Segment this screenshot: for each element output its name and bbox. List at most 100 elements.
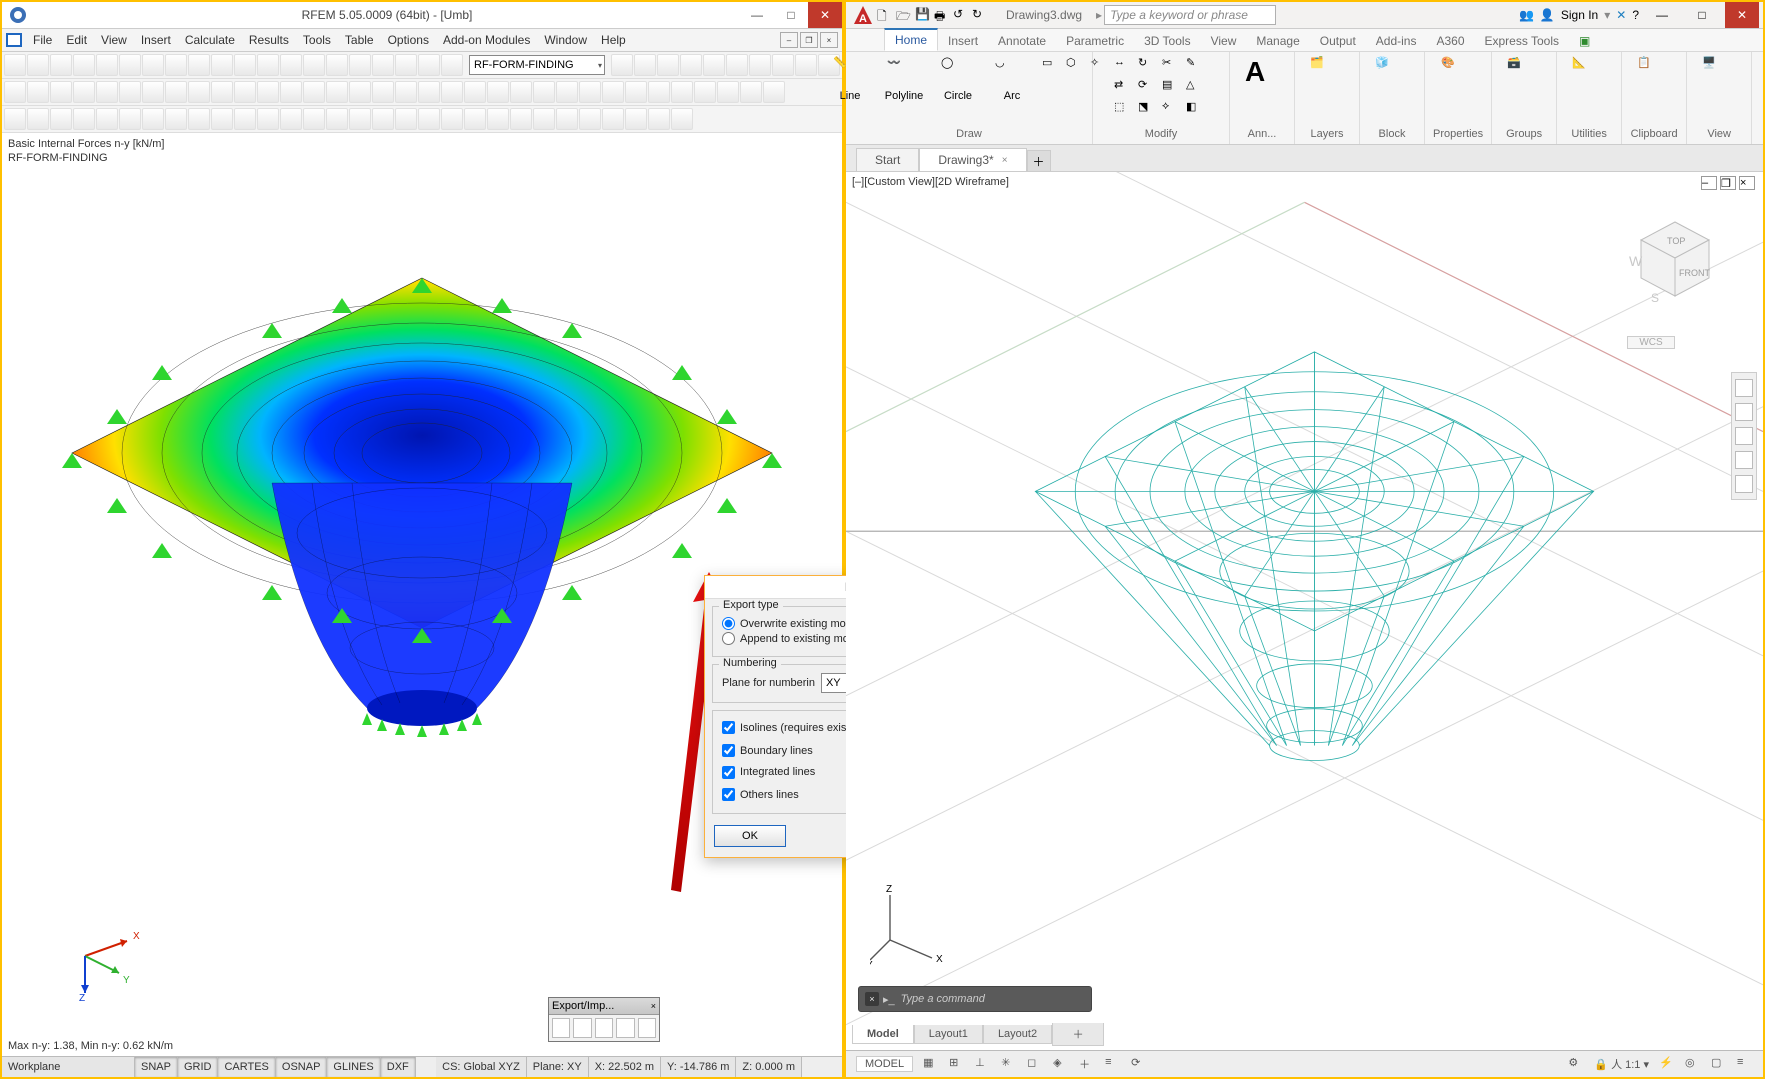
export-toolbox-btn[interactable] xyxy=(638,1018,656,1038)
toolbar-button[interactable] xyxy=(257,108,279,130)
toolbar-button[interactable] xyxy=(726,54,748,76)
qat-button[interactable]: 💾 xyxy=(915,7,931,23)
toolbar-button[interactable] xyxy=(257,54,279,76)
toolbar-button[interactable] xyxy=(303,108,325,130)
status-customize-icon[interactable]: ≡ xyxy=(1737,1056,1753,1072)
toolbar-button[interactable] xyxy=(234,54,256,76)
toolbar-button[interactable] xyxy=(464,81,486,103)
menu-options[interactable]: Options xyxy=(381,33,436,47)
status-cleanscreen-icon[interactable]: ▢ xyxy=(1711,1056,1727,1072)
toolbar-button[interactable] xyxy=(556,108,578,130)
nav-showmotion-icon[interactable] xyxy=(1735,475,1753,493)
toolbar-button[interactable] xyxy=(579,81,601,103)
toolbar-button[interactable] xyxy=(579,108,601,130)
panel-modify-label[interactable]: Modify xyxy=(1145,126,1177,140)
status-cartes[interactable]: CARTES xyxy=(218,1057,275,1077)
status-lineweight-icon[interactable]: ≡ xyxy=(1105,1056,1121,1072)
toolbar-button[interactable] xyxy=(326,54,348,76)
file-tab-close-icon[interactable]: × xyxy=(1002,155,1008,166)
tab-focus-icon[interactable]: ▣ xyxy=(1569,31,1600,51)
toolbar-button[interactable] xyxy=(703,54,725,76)
status-workspaces-icon[interactable]: ⚙ xyxy=(1568,1056,1584,1072)
status-snap-icon[interactable]: ⊞ xyxy=(949,1056,965,1072)
menu-addons[interactable]: Add-on Modules xyxy=(436,33,537,47)
toolbar-button[interactable] xyxy=(142,81,164,103)
nav-pan-icon[interactable] xyxy=(1735,403,1753,421)
toolbar-button[interactable] xyxy=(73,108,95,130)
toolbar-button[interactable] xyxy=(211,54,233,76)
toolbar-button[interactable] xyxy=(372,81,394,103)
toolbar-button[interactable] xyxy=(634,54,656,76)
rfem-minimize-button[interactable]: — xyxy=(740,2,774,28)
tab-insert[interactable]: Insert xyxy=(938,31,988,51)
toolbar-button[interactable] xyxy=(165,81,187,103)
toolbar-button[interactable] xyxy=(648,108,670,130)
tab-express[interactable]: Express Tools xyxy=(1475,31,1569,51)
toolbar-button[interactable] xyxy=(533,81,555,103)
toolbar-button[interactable] xyxy=(96,81,118,103)
status-cycling-icon[interactable]: ⟳ xyxy=(1131,1056,1147,1072)
ribbon-circle[interactable]: ◯Circle xyxy=(934,56,982,102)
rfem-close-button[interactable]: ✕ xyxy=(808,2,842,28)
toolbar-button[interactable] xyxy=(73,54,95,76)
toolbar-button[interactable] xyxy=(326,81,348,103)
menu-help[interactable]: Help xyxy=(594,33,633,47)
toolbar-button[interactable] xyxy=(441,108,463,130)
toolbar-button[interactable] xyxy=(395,81,417,103)
status-polar-icon[interactable]: ✳ xyxy=(1001,1056,1017,1072)
toolbar-button[interactable] xyxy=(418,108,440,130)
toolbar-button[interactable] xyxy=(441,54,463,76)
toolbar-button[interactable] xyxy=(510,108,532,130)
export-toolbox-btn[interactable] xyxy=(573,1018,591,1038)
toolbar-button[interactable] xyxy=(487,108,509,130)
viewcube[interactable]: TOP FRONT W S WCS xyxy=(1627,212,1723,332)
ok-button[interactable]: OK xyxy=(714,825,786,847)
tab-manage[interactable]: Manage xyxy=(1246,31,1309,51)
toolbar-button[interactable] xyxy=(326,108,348,130)
status-workplane[interactable]: Workplane xyxy=(2,1057,135,1077)
acad-app-icon[interactable]: A xyxy=(852,4,874,26)
status-glines[interactable]: GLINES xyxy=(327,1057,380,1077)
mdi-restore-button[interactable]: ❐ xyxy=(800,32,818,48)
toolbar-button[interactable] xyxy=(280,54,302,76)
mdi-control-icon[interactable] xyxy=(6,33,22,47)
toolbar-button[interactable] xyxy=(487,81,509,103)
toolbar-button[interactable] xyxy=(303,81,325,103)
status-osnap-icon[interactable]: ◻ xyxy=(1027,1056,1043,1072)
rfem-maximize-button[interactable]: □ xyxy=(774,2,808,28)
toolbar-button[interactable] xyxy=(4,108,26,130)
toolbar-button[interactable] xyxy=(625,108,647,130)
qat-button[interactable]: 🖶 xyxy=(934,7,950,23)
panel-draw-label[interactable]: Draw xyxy=(956,126,982,140)
tab-a360[interactable]: A360 xyxy=(1426,31,1474,51)
toolbar-button[interactable] xyxy=(234,108,256,130)
menu-file[interactable]: File xyxy=(26,33,59,47)
tab-addins[interactable]: Add-ins xyxy=(1366,31,1427,51)
ribbon-line[interactable]: 📏Line xyxy=(826,56,874,102)
toolbar-button[interactable] xyxy=(772,54,794,76)
toolbar-button[interactable] xyxy=(602,81,624,103)
nav-wheel-icon[interactable] xyxy=(1735,379,1753,397)
toolbar-button[interactable] xyxy=(188,108,210,130)
status-ortho-icon[interactable]: ⊥ xyxy=(975,1056,991,1072)
toolbar-button[interactable] xyxy=(671,108,693,130)
ribbon-modify-grid[interactable]: ↔↻✂✎ ⇄⟳▤△ ⬚⬔⟡◧ xyxy=(1114,56,1208,120)
tab-home[interactable]: Home xyxy=(884,28,938,51)
tab-parametric[interactable]: Parametric xyxy=(1056,31,1134,51)
toolbar-button[interactable] xyxy=(4,81,26,103)
toolbar-button[interactable] xyxy=(418,54,440,76)
toolbar-button[interactable] xyxy=(50,81,72,103)
menu-insert[interactable]: Insert xyxy=(134,33,178,47)
toolbar-button[interactable] xyxy=(119,108,141,130)
nav-zoom-icon[interactable] xyxy=(1735,427,1753,445)
ribbon-block[interactable]: 🧊 xyxy=(1368,56,1416,90)
layout-tab-2[interactable]: Layout2 xyxy=(983,1025,1052,1044)
infocenter-icon[interactable]: 👥 xyxy=(1519,8,1534,22)
ribbon-utilities[interactable]: 📐 xyxy=(1565,56,1613,90)
toolbar-button[interactable] xyxy=(73,81,95,103)
toolbar-button[interactable] xyxy=(395,54,417,76)
signin-button[interactable]: Sign In xyxy=(1561,8,1598,22)
acad-search-box[interactable]: Type a keyword or phrase xyxy=(1104,5,1276,25)
toolbar-button[interactable] xyxy=(27,81,49,103)
toolbar-button[interactable] xyxy=(119,81,141,103)
